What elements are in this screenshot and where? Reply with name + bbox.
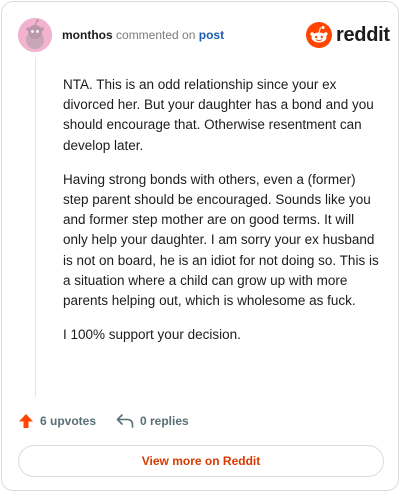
view-more-button[interactable]: View more on Reddit bbox=[18, 445, 384, 477]
thread-line bbox=[35, 57, 36, 397]
post-link[interactable]: post bbox=[199, 28, 224, 42]
comment-body: NTA. This is an odd relationship since y… bbox=[63, 75, 381, 359]
author-name[interactable]: monthos bbox=[62, 28, 113, 42]
upvote-arrow-icon bbox=[19, 414, 33, 428]
comment-paragraph: Having strong bonds with others, even a … bbox=[63, 171, 379, 309]
comment-meta: monthos commented on post bbox=[62, 27, 224, 43]
comment-paragraph: NTA. This is an odd relationship since y… bbox=[63, 77, 374, 153]
view-more-label: View more on Reddit bbox=[141, 454, 261, 468]
reddit-brand[interactable]: reddit bbox=[306, 22, 390, 48]
upvote-button[interactable]: 6 upvotes bbox=[18, 411, 96, 431]
upvote-count: 6 upvotes bbox=[40, 414, 97, 428]
embedded-comment-card: monthos commented on post reddit NTA. Th… bbox=[1, 1, 399, 491]
brand-wordmark: reddit bbox=[336, 24, 390, 46]
comment-paragraph: I 100% support your decision. bbox=[63, 327, 241, 343]
reply-count: 0 replies bbox=[140, 414, 189, 428]
comment-actions: 6 upvotes 0 replies bbox=[18, 411, 378, 431]
reddit-logo-icon bbox=[306, 22, 332, 48]
comment-header: monthos commented on post reddit bbox=[18, 18, 390, 52]
replies-button[interactable]: 0 replies bbox=[116, 411, 189, 431]
commented-on-text: commented on bbox=[116, 28, 196, 42]
snoo-avatar-icon[interactable] bbox=[18, 18, 52, 52]
reply-arrow-icon bbox=[116, 414, 134, 428]
